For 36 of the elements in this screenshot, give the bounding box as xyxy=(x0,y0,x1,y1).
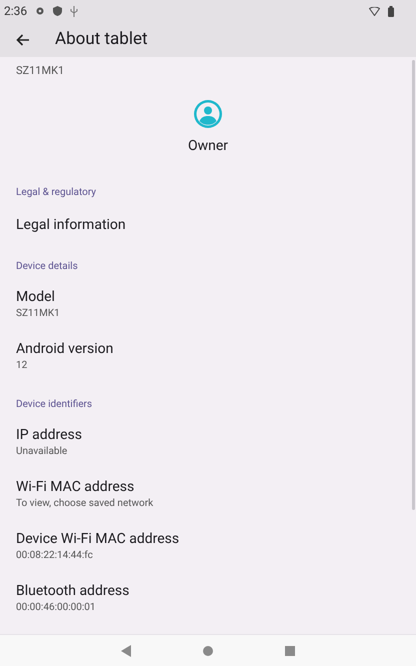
item-summary: 00:00:46:00:00:01 xyxy=(16,601,97,615)
settings-item[interactable]: Wi-Fi MAC address To view, choose saved network xyxy=(0,468,408,520)
item-title: IP address xyxy=(16,426,84,444)
section-header: Legal & regulatory xyxy=(16,186,98,200)
device-name-value: SZ11MK1 xyxy=(16,63,66,79)
user-avatar-icon xyxy=(194,100,222,128)
item-title: Device Wi-Fi MAC address xyxy=(16,530,180,548)
item-title: Legal information xyxy=(16,216,127,234)
item-title: Model xyxy=(16,288,56,306)
owner-name: Owner xyxy=(188,136,228,156)
item-title: Wi-Fi MAC address xyxy=(16,478,136,496)
recents-icon[interactable] xyxy=(285,646,295,656)
settings-item[interactable]: Model SZ11MK1 xyxy=(0,278,408,330)
wifi-icon xyxy=(369,6,380,16)
section-header: Device identifiers xyxy=(16,398,94,412)
item-summary: 12 xyxy=(16,359,28,373)
settings-item[interactable]: IP address Unavailable xyxy=(0,416,408,468)
shield-icon xyxy=(53,6,62,16)
settings-item[interactable]: Android version 12 xyxy=(0,330,408,382)
back-arrow-icon xyxy=(16,34,30,46)
item-summary: 00:08:22:14:44:fc xyxy=(16,549,94,563)
item-summary: To view, choose saved network xyxy=(16,497,154,511)
screen-title: About tablet xyxy=(55,28,148,51)
status-time: 2:36 xyxy=(4,3,28,20)
item-title: Android version xyxy=(16,340,114,358)
section-header: Device details xyxy=(16,260,79,274)
item-summary: Unavailable xyxy=(16,445,68,459)
settings-item[interactable]: Legal information xyxy=(0,204,408,244)
battery-icon xyxy=(388,6,394,16)
home-icon[interactable] xyxy=(203,646,213,656)
settings-item[interactable]: Bluetooth address 00:00:46:00:00:01 xyxy=(0,572,408,624)
back-icon[interactable] xyxy=(121,644,131,656)
item-summary: SZ11MK1 xyxy=(16,307,61,321)
settings-item[interactable]: Device Wi-Fi MAC address 00:08:22:14:44:fc xyxy=(0,520,408,572)
usb-icon xyxy=(70,6,78,16)
item-title: Bluetooth address xyxy=(16,582,130,600)
